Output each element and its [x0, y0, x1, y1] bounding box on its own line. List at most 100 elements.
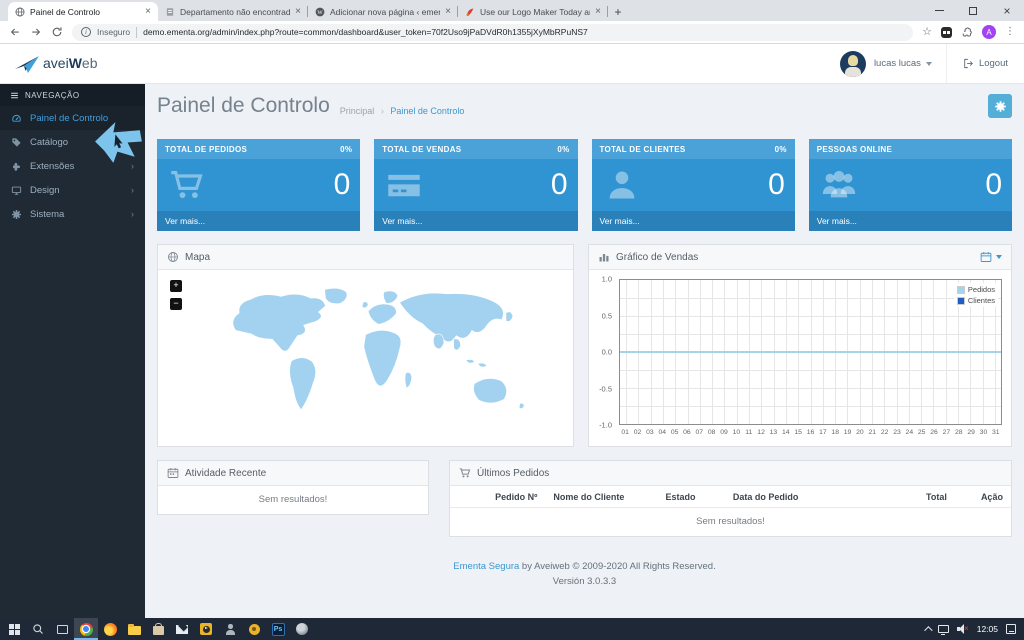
action-center-icon[interactable] [1006, 624, 1016, 634]
user-name: lucas lucas [873, 58, 921, 69]
x-tick-label: 11 [745, 429, 753, 436]
gridline [620, 334, 1001, 335]
taskbar-start-icon[interactable] [2, 618, 26, 640]
logout-button[interactable]: Logout [947, 58, 1024, 69]
taskbar-clock[interactable]: 12:05 [977, 624, 998, 634]
window-minimize-button[interactable] [922, 0, 956, 21]
gridline [620, 298, 1001, 299]
x-tick-label: 16 [806, 429, 815, 436]
calendar-icon [167, 467, 179, 479]
orders-column-data-do-pedido: Data do Pedido [732, 491, 799, 502]
browser-tab-departamento-nao-encontrado[interactable]: Departamento não encontrado! × [158, 2, 308, 21]
browser-tab-adicionar-nova-pagina-ementa[interactable]: W Adicionar nova página ‹ ementa × [308, 2, 458, 21]
tab-title: Use our Logo Maker Today and F [480, 6, 590, 17]
browser-tab-use-our-logo-maker-today-and-f[interactable]: Use our Logo Maker Today and F × [458, 2, 608, 21]
window-restore-button[interactable] [956, 0, 990, 21]
svg-text:W: W [317, 10, 323, 16]
taskbar-media-dot-icon[interactable] [242, 618, 266, 640]
new-tab-button[interactable]: + [608, 2, 628, 21]
chevron-down-icon [925, 61, 932, 66]
address-bar[interactable]: i Inseguro demo.ementa.org/admin/index.p… [72, 23, 914, 41]
breadcrumb-current-link[interactable]: Painel de Controlo [390, 106, 464, 116]
taskbar-media-player-icon[interactable] [194, 618, 218, 640]
desktop: Painel de Controlo × Departamento não enco… [0, 0, 1024, 640]
tile-value: 0 [985, 168, 1002, 201]
credit-card-icon [384, 167, 424, 203]
world-map[interactable]: + − [158, 270, 573, 446]
browser-tab-painel-de-controlo[interactable]: Painel de Controlo × [8, 2, 158, 21]
brand-logo[interactable]: aveiWeb [0, 54, 150, 74]
cart-icon [459, 467, 471, 479]
tray-expand-icon[interactable] [923, 626, 933, 635]
chevron-right-icon: › [131, 185, 134, 195]
taskbar-file-explorer-icon[interactable] [122, 618, 146, 640]
sidebar-item-design[interactable]: Design › [0, 178, 145, 202]
wordpress-favicon: W [315, 7, 325, 17]
gridline [620, 316, 1001, 317]
tile-view-more-link[interactable]: Ver mais... [808, 211, 1012, 231]
taskbar-chrome-icon[interactable] [74, 618, 98, 640]
site-info-icon[interactable]: i [81, 27, 91, 37]
calendar-icon [980, 252, 992, 262]
tile-total-de-vendas[interactable]: TOTAL DE VENDAS 0% 0 Ver mais... [374, 139, 578, 231]
user-avatar[interactable] [839, 50, 866, 77]
tile-view-more-link[interactable]: Ver mais... [157, 211, 361, 231]
tile-pessoas-online[interactable]: PESSOAS ONLINE 0 Ver mais... [808, 139, 1012, 231]
map-zoom-out-button[interactable]: − [170, 298, 182, 310]
tile-header: TOTAL DE CLIENTES 0% [591, 139, 795, 159]
chart-legend: Pedidos Clientes [953, 283, 998, 307]
tab-title: Adicionar nova página ‹ ementa [330, 6, 441, 17]
tile-total-de-clientes[interactable]: TOTAL DE CLIENTES 0% 0 Ver mais... [591, 139, 795, 231]
system-tray: × 12:05 [923, 624, 1024, 635]
taskbar-photoshop-icon[interactable]: Ps [266, 618, 290, 640]
sidebar-navigation-header: NAVEGAÇÃO [0, 84, 145, 106]
x-tick-label: 24 [905, 429, 914, 436]
breadcrumb-home[interactable]: Principal [340, 106, 375, 116]
browser-menu-icon[interactable]: ⋮ [1005, 27, 1015, 37]
x-tick-label: 08 [707, 429, 716, 436]
orders-column-nome-do-cliente: Nome do Cliente [553, 491, 625, 502]
taskbar-task-view-icon[interactable] [50, 618, 74, 640]
gridline [620, 388, 1001, 389]
tile-body: 0 [374, 159, 578, 211]
x-tick-label: 05 [670, 429, 679, 436]
forward-icon[interactable] [30, 26, 42, 38]
footer: Ementa Segura by Aveiweb © 2009-2020 All… [157, 559, 1012, 589]
tab-close-icon[interactable]: × [295, 6, 301, 17]
extensions-puzzle-icon[interactable] [961, 26, 973, 38]
user-menu[interactable]: lucas lucas [874, 58, 946, 69]
tile-total-de-pedidos[interactable]: TOTAL DE PEDIDOS 0% 0 Ver mais... [157, 139, 361, 231]
sidebar-item-label: Design [30, 184, 60, 196]
x-tick-label: 12 [757, 429, 765, 436]
tab-close-icon[interactable]: × [595, 6, 601, 17]
pinned-extension-icon[interactable] [941, 26, 952, 38]
date-range-button[interactable] [980, 251, 1002, 263]
window-close-button[interactable]: × [990, 0, 1024, 21]
footer-link[interactable]: Ementa Segura [453, 561, 519, 572]
back-icon[interactable] [9, 26, 21, 38]
map-zoom-in-button[interactable]: + [170, 280, 182, 292]
taskbar-search-icon[interactable] [26, 618, 50, 640]
dashboard-icon [11, 113, 22, 124]
taskbar-mail-icon[interactable] [170, 618, 194, 640]
browser-profile-avatar[interactable]: A [982, 25, 996, 39]
tile-view-more-link[interactable]: Ver mais... [374, 211, 578, 231]
x-tick-label: 26 [930, 429, 938, 436]
chevron-down-icon [996, 255, 1002, 259]
tile-percent: 0% [340, 144, 353, 154]
taskbar-firefox-icon[interactable] [98, 618, 122, 640]
tab-close-icon[interactable]: × [145, 6, 151, 17]
x-tick-label: 03 [646, 429, 654, 436]
taskbar-store-icon[interactable] [146, 618, 170, 640]
volume-muted-icon[interactable]: × [956, 624, 969, 634]
refresh-icon[interactable] [51, 26, 63, 38]
bookmark-star-icon[interactable]: ☆ [922, 26, 932, 38]
tab-close-icon[interactable]: × [445, 6, 451, 17]
taskbar-design-app-icon[interactable] [290, 618, 314, 640]
sidebar-item-sistema[interactable]: Sistema › [0, 202, 145, 226]
taskbar-people-icon[interactable] [218, 618, 242, 640]
network-icon[interactable] [937, 625, 949, 635]
tile-title: TOTAL DE CLIENTES [599, 144, 686, 154]
dashboard-settings-button[interactable] [988, 94, 1012, 118]
tile-view-more-link[interactable]: Ver mais... [591, 211, 795, 231]
